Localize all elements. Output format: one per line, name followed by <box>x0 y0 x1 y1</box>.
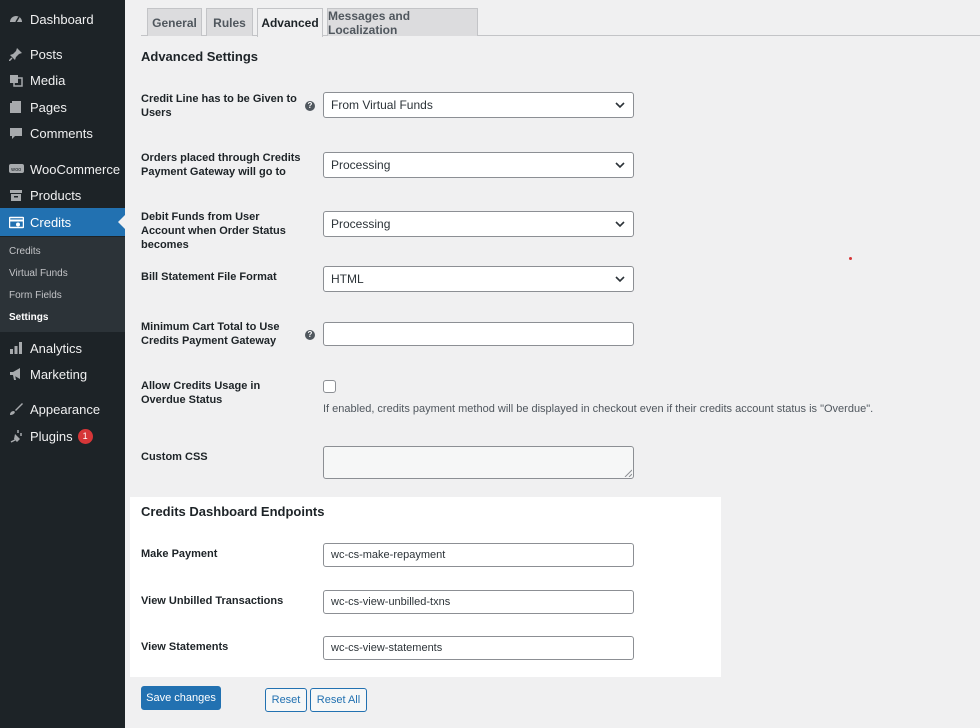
menu-item-plugins[interactable]: Plugins 1 <box>0 422 125 450</box>
bill-format-value: HTML <box>331 272 364 286</box>
debit-status-select[interactable]: Processing <box>323 211 634 237</box>
advanced-settings-heading: Advanced Settings <box>141 49 259 64</box>
statements-label: View Statements <box>141 641 229 653</box>
credit-line-select[interactable]: From Virtual Funds <box>323 92 634 118</box>
orders-status-select[interactable]: Processing <box>323 152 634 178</box>
custom-css-label: Custom CSS <box>141 451 208 463</box>
submenu-item-virtual-funds[interactable]: Virtual Funds <box>9 267 68 281</box>
statements-input[interactable]: wc-cs-view-statements <box>323 636 634 660</box>
orders-status-value: Processing <box>331 158 391 172</box>
menu-label: WooCommerce <box>30 161 121 177</box>
tab-messages-localization[interactable]: Messages and Localization <box>327 8 478 37</box>
tab-advanced[interactable]: Advanced <box>257 8 323 37</box>
credits-icon <box>8 214 24 230</box>
menu-item-pages[interactable]: Pages <box>0 93 125 121</box>
submenu-item-credits[interactable]: Credits <box>9 245 41 259</box>
debit-status-value: Processing <box>331 217 391 231</box>
overdue-description: If enabled, credits payment method will … <box>323 403 874 415</box>
help-icon[interactable]: ? <box>305 101 315 111</box>
admin-sidebar: Dashboard Posts Media Pages Comments woo… <box>0 0 125 728</box>
chevron-down-icon <box>615 102 625 109</box>
chevron-down-icon <box>615 276 625 283</box>
svg-text:woo: woo <box>11 167 21 173</box>
debit-status-label: Debit Funds from User Account when Order… <box>141 211 286 251</box>
menu-item-products[interactable]: Products <box>0 181 125 209</box>
menu-label: Analytics <box>30 340 83 356</box>
menu-item-analytics[interactable]: Analytics <box>0 334 125 362</box>
make-payment-label: Make Payment <box>141 548 218 560</box>
overdue-checkbox[interactable] <box>323 380 336 393</box>
menu-item-dashboard[interactable]: Dashboard <box>0 5 125 33</box>
megaphone-icon <box>8 366 24 382</box>
chevron-down-icon <box>615 162 625 169</box>
endpoints-heading: Credits Dashboard Endpoints <box>141 504 325 519</box>
custom-css-textarea[interactable] <box>323 446 634 479</box>
pages-icon <box>8 99 24 115</box>
chevron-down-icon <box>615 221 625 228</box>
resize-grip-icon[interactable] <box>624 469 632 477</box>
reset-button[interactable]: Reset <box>265 688 307 712</box>
menu-label: Appearance <box>30 401 101 417</box>
menu-item-comments[interactable]: Comments <box>0 119 125 147</box>
media-icon <box>8 72 24 88</box>
make-payment-input[interactable]: wc-cs-make-repayment <box>323 543 634 567</box>
bill-format-label: Bill Statement File Format <box>141 271 277 283</box>
menu-label: Posts <box>30 46 63 62</box>
submenu-item-form-fields[interactable]: Form Fields <box>9 289 62 303</box>
menu-label: Pages <box>30 99 67 115</box>
bill-format-select[interactable]: HTML <box>323 266 634 292</box>
menu-label: Marketing <box>30 366 88 382</box>
dashboard-icon <box>8 11 24 27</box>
bar-chart-icon <box>8 340 24 356</box>
update-count-badge: 1 <box>77 428 93 444</box>
tab-rules[interactable]: Rules <box>206 8 253 36</box>
woocommerce-icon: woo <box>8 161 24 177</box>
menu-item-media[interactable]: Media <box>0 66 125 94</box>
stray-dot <box>849 257 852 260</box>
menu-item-appearance[interactable]: Appearance <box>0 395 125 423</box>
save-changes-button[interactable]: Save changes <box>141 686 221 710</box>
reset-all-button[interactable]: Reset All <box>310 688 367 712</box>
menu-label: Products <box>30 187 82 203</box>
menu-label: Media <box>30 72 66 88</box>
active-menu-arrow <box>118 215 125 229</box>
menu-label: Dashboard <box>30 11 94 27</box>
min-cart-label: Minimum Cart Total to Use Credits Paymen… <box>141 321 280 347</box>
menu-item-posts[interactable]: Posts <box>0 40 125 68</box>
plug-icon <box>8 428 24 444</box>
menu-item-credits[interactable]: Credits <box>0 208 125 236</box>
pin-icon <box>8 46 24 62</box>
tab-general[interactable]: General <box>147 8 202 36</box>
credit-line-value: From Virtual Funds <box>331 98 433 112</box>
comments-icon <box>8 125 24 141</box>
menu-label: Comments <box>30 125 93 141</box>
paintbrush-icon <box>8 401 24 417</box>
credit-line-label: Credit Line has to be Given to Users <box>141 93 297 119</box>
orders-status-label: Orders placed through Credits Payment Ga… <box>141 152 301 178</box>
unbilled-input[interactable]: wc-cs-view-unbilled-txns <box>323 590 634 614</box>
menu-item-marketing[interactable]: Marketing <box>0 360 125 388</box>
submenu-item-settings[interactable]: Settings <box>9 311 48 325</box>
help-icon[interactable]: ? <box>305 330 315 340</box>
overdue-label: Allow Credits Usage in Overdue Status <box>141 380 261 406</box>
menu-item-woocommerce[interactable]: woo WooCommerce <box>0 155 125 183</box>
min-cart-input[interactable] <box>323 322 634 346</box>
archive-icon <box>8 187 24 203</box>
menu-label: Credits <box>30 214 72 230</box>
unbilled-label: View Unbilled Transactions <box>141 595 284 607</box>
menu-label: Plugins <box>30 428 73 444</box>
credits-submenu: Credits Virtual Funds Form Fields Settin… <box>0 237 125 332</box>
